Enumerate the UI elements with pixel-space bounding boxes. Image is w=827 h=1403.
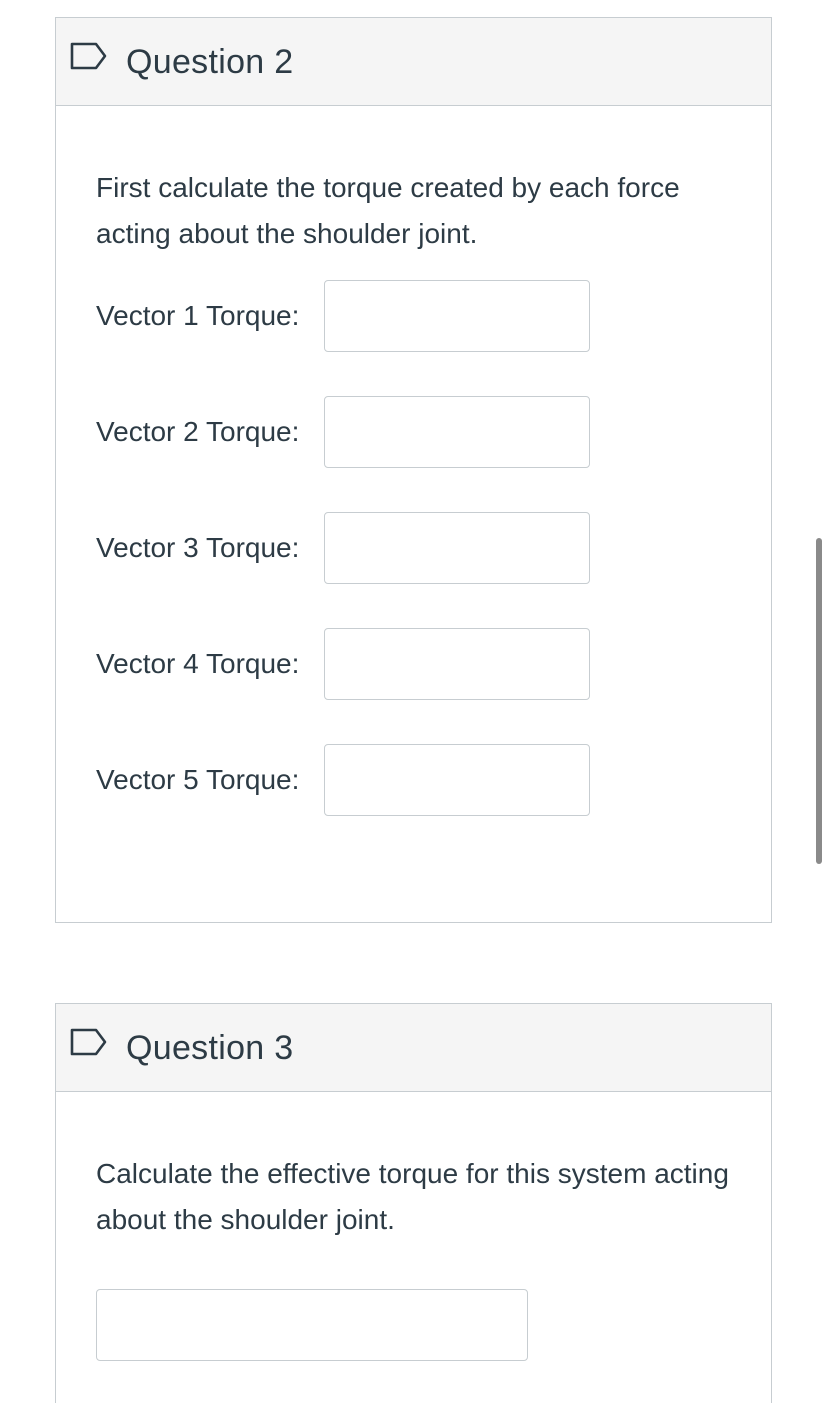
vector-4-row: Vector 4 Torque: xyxy=(96,628,590,700)
vector-5-label: Vector 5 Torque: xyxy=(96,764,300,795)
vector-1-torque-input[interactable] xyxy=(324,280,590,352)
vector-2-row: Vector 2 Torque: xyxy=(96,396,590,468)
question-3-text: Calculate the effective torque for this … xyxy=(96,1158,729,1235)
question-2-card: Question 2 First calculate the torque cr… xyxy=(55,17,772,923)
vector-3-row: Vector 3 Torque: xyxy=(96,512,590,584)
question-2-header: Question 2 xyxy=(56,18,771,106)
effective-torque-input[interactable] xyxy=(96,1289,528,1361)
vector-2-label: Vector 2 Torque: xyxy=(96,416,300,447)
vector-4-label: Vector 4 Torque: xyxy=(96,648,300,679)
question-3-title: Question 3 xyxy=(126,1029,294,1067)
scrollbar-thumb[interactable] xyxy=(816,538,822,864)
question-3-header: Question 3 xyxy=(56,1004,771,1092)
flag-icon[interactable] xyxy=(70,1028,108,1056)
vector-5-row: Vector 5 Torque: xyxy=(96,744,590,816)
question-2-text: First calculate the torque created by ea… xyxy=(96,172,680,249)
vector-2-torque-input[interactable] xyxy=(324,396,590,468)
question-3-card: Question 3 Calculate the effective torqu… xyxy=(55,1003,772,1403)
vector-1-row: Vector 1 Torque: xyxy=(96,280,590,352)
vector-3-label: Vector 3 Torque: xyxy=(96,532,300,563)
question-2-title: Question 2 xyxy=(126,43,294,81)
flag-icon[interactable] xyxy=(70,42,108,70)
vector-5-torque-input[interactable] xyxy=(324,744,590,816)
vector-1-label: Vector 1 Torque: xyxy=(96,300,300,331)
vector-4-torque-input[interactable] xyxy=(324,628,590,700)
vector-3-torque-input[interactable] xyxy=(324,512,590,584)
